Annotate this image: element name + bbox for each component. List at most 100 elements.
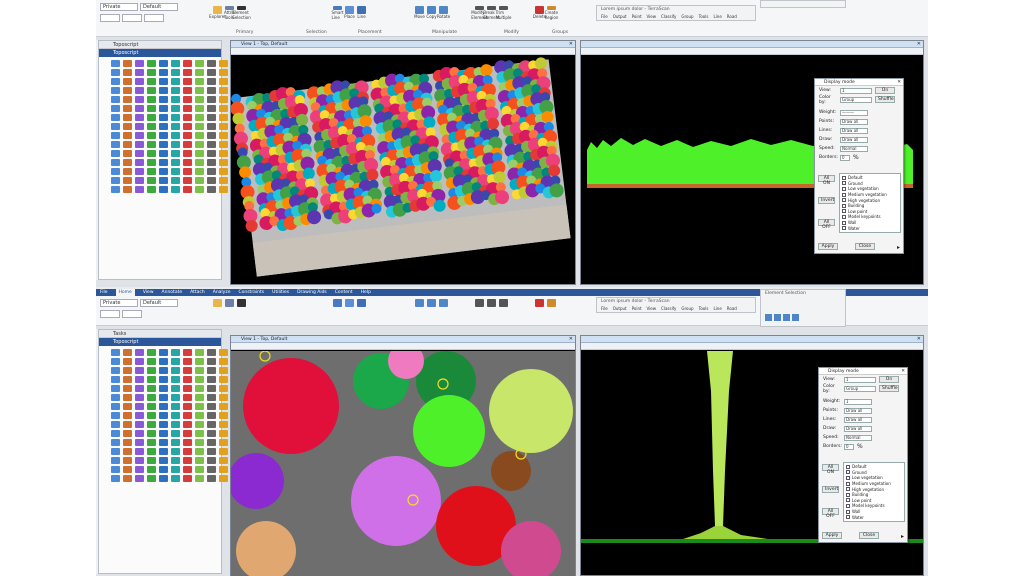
tool-icon[interactable] [147,96,156,103]
tool-icon[interactable] [147,159,156,166]
tool-icon[interactable] [147,69,156,76]
tool-icon[interactable] [159,123,168,130]
tool-icon[interactable] [147,448,156,455]
tool-icon[interactable] [207,78,216,85]
tool-icon[interactable] [195,141,204,148]
tool-icon[interactable] [207,168,216,175]
checkbox[interactable] [846,464,850,469]
tool-icon[interactable] [147,466,156,473]
tool-icon[interactable] [195,457,204,464]
tool-icon[interactable] [195,87,204,94]
weight-select[interactable]: 1 [844,398,872,405]
tool-icon[interactable] [219,367,228,374]
tool-icon[interactable] [135,177,144,184]
tool-icon[interactable] [207,69,216,76]
tool-icon[interactable] [195,412,204,419]
tool-icon[interactable] [147,349,156,356]
close-button[interactable]: Close [859,532,879,539]
tool-icon[interactable] [111,430,120,437]
tool-icon[interactable] [219,60,228,67]
tool-icon[interactable] [135,69,144,76]
tool-icon[interactable] [195,439,204,446]
tool-icon[interactable] [171,87,180,94]
tool-icon[interactable] [183,376,192,383]
tool-icon[interactable] [111,475,120,482]
tool-icon[interactable] [111,421,120,428]
tool-icon[interactable] [171,150,180,157]
tool-icon[interactable] [219,475,228,482]
tool-icon[interactable] [195,177,204,184]
menu-item-road[interactable]: Road [727,14,737,19]
checkbox[interactable] [846,470,850,475]
tool-icon[interactable] [123,177,132,184]
menu-item-view[interactable]: View [647,14,657,19]
tool-icon[interactable] [219,114,228,121]
all-on-button[interactable]: All ON [822,464,839,475]
points-select[interactable]: Draw all [844,407,872,414]
tool-icon[interactable] [135,141,144,148]
select-add-icon[interactable] [774,314,781,321]
tool-icon[interactable] [135,457,144,464]
style-combo[interactable] [144,14,164,22]
tool-icon[interactable] [147,105,156,112]
tool-icon[interactable] [195,394,204,401]
tool-icon[interactable] [159,430,168,437]
tool-icon[interactable] [123,448,132,455]
tool-icon[interactable] [147,385,156,392]
tool-icon[interactable] [219,358,228,365]
tool-icon[interactable] [207,466,216,473]
menu-item-tools[interactable]: Tools [699,306,709,311]
checkbox[interactable] [846,515,850,520]
tool-icon[interactable] [147,177,156,184]
tool-icon[interactable] [147,430,156,437]
tool-icon[interactable] [171,457,180,464]
tool-icon[interactable] [135,376,144,383]
create-region-button[interactable]: Create Region [545,6,558,20]
checkbox[interactable] [842,181,846,186]
tool-icon[interactable] [123,69,132,76]
tool-icon[interactable] [207,96,216,103]
tool-icon[interactable] [135,466,144,473]
tool-icon[interactable] [171,349,180,356]
tool-icon[interactable] [135,412,144,419]
tool-icon[interactable] [207,186,216,193]
tool-icon[interactable] [147,403,156,410]
tool-icon[interactable] [159,376,168,383]
tool-icon[interactable] [159,78,168,85]
lines-select[interactable]: Draw all [844,416,872,423]
tool-icon[interactable] [123,430,132,437]
tool-icon[interactable] [159,60,168,67]
copy-button[interactable]: Copy [426,6,437,20]
tool-icon[interactable] [147,376,156,383]
tool-icon[interactable] [135,349,144,356]
tool-icon[interactable] [135,475,144,482]
close-icon[interactable]: ✕ [897,79,901,86]
tab-attach[interactable]: Attach [190,289,205,296]
shuffle-button[interactable]: Shuffle [875,96,895,103]
tool-icon[interactable] [183,439,192,446]
tool-icon[interactable] [147,367,156,374]
tool-icon[interactable] [171,114,180,121]
tool-icon[interactable] [219,132,228,139]
menu-item-group[interactable]: Group [681,306,693,311]
tool-icon[interactable] [111,132,120,139]
tool-icon[interactable] [123,457,132,464]
tool-icon[interactable] [183,141,192,148]
tool-icon[interactable] [183,69,192,76]
tool-icon[interactable] [111,141,120,148]
tool-icon[interactable] [195,123,204,130]
tool-icon[interactable] [183,87,192,94]
tool-icon[interactable] [123,475,132,482]
tool-icon[interactable] [207,87,216,94]
tool-icon[interactable] [135,421,144,428]
tool-icon[interactable] [207,132,216,139]
tool-icon[interactable] [171,69,180,76]
checkbox[interactable] [846,503,850,508]
tool-icon[interactable] [123,150,132,157]
tool-icon[interactable] [135,367,144,374]
tool-icon[interactable] [207,114,216,121]
tool-icon[interactable] [111,96,120,103]
tool-icon[interactable] [195,475,204,482]
checkbox[interactable] [846,492,850,497]
tool-icon[interactable] [111,168,120,175]
